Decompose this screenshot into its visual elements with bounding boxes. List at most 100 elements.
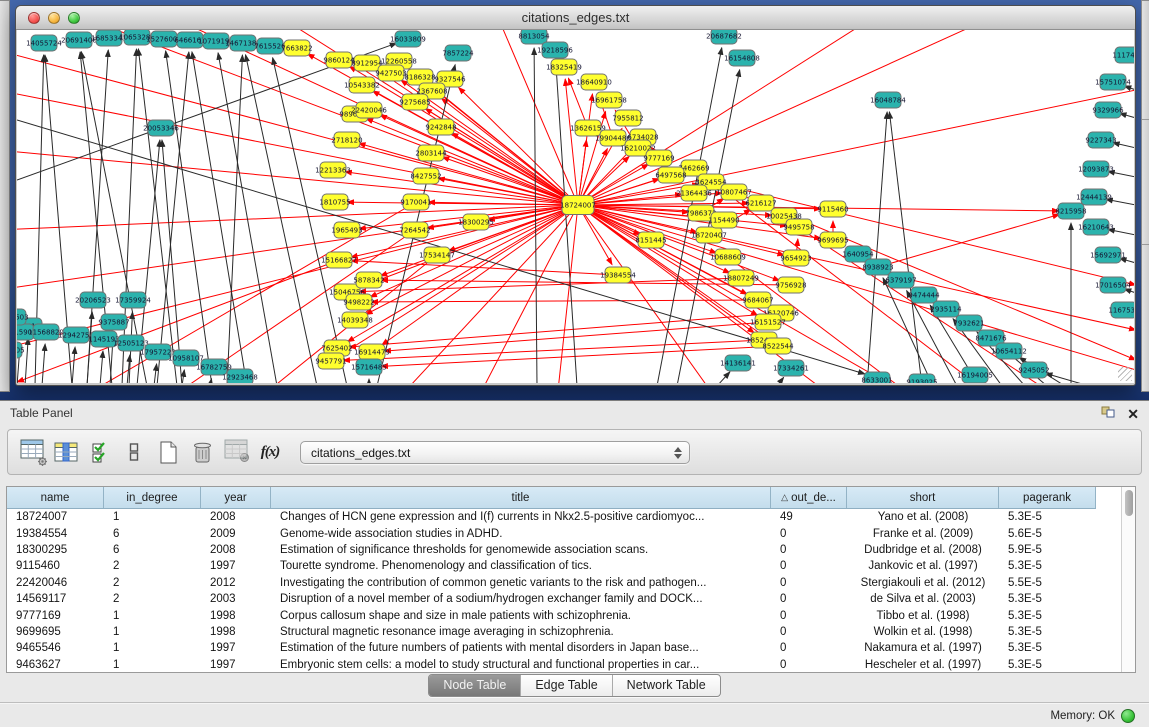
graph-node-label: 1117430 — [1112, 51, 1134, 59]
network-view-window[interactable]: citations_edges.txt 18724007140557242069… — [15, 5, 1136, 386]
table-selector-dropdown[interactable]: citations_edges.txt — [300, 441, 690, 464]
graph-node-label: 16961758 — [591, 96, 627, 104]
table-settings-icon[interactable] — [18, 437, 46, 467]
graph-node-label: 8912954 — [351, 59, 383, 67]
graph-edge — [100, 351, 103, 383]
table-row[interactable]: 911546021997Tourette syndrome. Phenomeno… — [7, 558, 1135, 574]
graph-node-label: 13626159 — [570, 124, 606, 132]
tab-edge-table[interactable]: Edge Table — [521, 675, 612, 696]
graph-node-label: 14136141 — [720, 359, 756, 367]
column-header-year[interactable]: year — [201, 487, 271, 508]
graph-node-label: 7625402 — [321, 344, 352, 352]
graph-node-label: 9860124 — [323, 56, 355, 64]
graph-node-label: 7857224 — [442, 49, 474, 57]
table-row[interactable]: 2242004622012Investigating the contribut… — [7, 575, 1135, 591]
graph-node-label: 14055724 — [26, 39, 62, 47]
graph-node-label: 7955812 — [612, 114, 643, 122]
table-cell: 2003 — [201, 593, 271, 605]
table-row[interactable]: 969969511998Structural magnetic resonanc… — [7, 624, 1135, 640]
column-header-out_de[interactable]: △out_de... — [771, 487, 847, 508]
graph-edge — [578, 203, 749, 205]
memory-status-label: Memory: OK — [1050, 710, 1115, 722]
window-title: citations_edges.txt — [16, 10, 1135, 25]
graph-node-label: 9457791 — [315, 357, 346, 365]
graph-node-label: 9275685 — [399, 98, 430, 106]
graph-edge — [42, 344, 45, 383]
graph-node-label: 12444139 — [1076, 193, 1112, 201]
column-header-pagerank[interactable]: pagerank — [999, 487, 1096, 508]
column-header-title[interactable]: title — [271, 487, 771, 508]
column-header-in_degree[interactable]: in_degree — [104, 487, 201, 508]
table-cell: 19384554 — [7, 528, 104, 540]
graph-node-label: 17016504 — [1095, 281, 1131, 289]
graph-node-label: 17534147 — [419, 251, 455, 259]
graph-node-label: 8215958 — [1055, 207, 1086, 215]
table-row[interactable]: 1872400712008Changes of HCN gene express… — [7, 509, 1135, 525]
graph-node-label: 14039348 — [337, 316, 373, 324]
column-header-short[interactable]: short — [847, 487, 999, 508]
float-panel-icon[interactable] — [1101, 405, 1115, 423]
right-panel-edge — [1141, 0, 1149, 392]
graph-node-label: 18807249 — [723, 274, 759, 282]
table-row[interactable]: 1456911722003Disruption of a novel membe… — [7, 591, 1135, 607]
graph-edge — [451, 133, 578, 205]
graph-node-label: 9227343 — [1085, 136, 1116, 144]
tab-network-table[interactable]: Network Table — [613, 675, 720, 696]
graph-node-label: 9193025 — [906, 378, 937, 383]
graph-node-label: 1965493 — [331, 226, 362, 234]
column-header-label: year — [224, 492, 246, 504]
resize-grip[interactable] — [1118, 367, 1132, 381]
table-row[interactable]: 977716911998Corpus callosum shape and si… — [7, 607, 1135, 623]
table-row[interactable]: 1830029562008Estimation of significance … — [7, 542, 1135, 558]
table-cell: 1 — [104, 511, 201, 523]
graph-node-label: 16194005 — [957, 371, 993, 379]
window-titlebar[interactable]: citations_edges.txt — [16, 6, 1135, 30]
table-cell: 5.9E-5 — [999, 544, 1096, 556]
table-cell: 1998 — [201, 610, 271, 622]
graph-node-label: 9329966 — [1092, 106, 1124, 114]
import-table-icon-disabled[interactable] — [222, 437, 250, 467]
row-height-icon[interactable] — [120, 437, 148, 467]
table-cell: Stergiakouli et al. (2012) — [847, 577, 999, 589]
table-row[interactable]: 946362711997Embryonic stem cells: a mode… — [7, 657, 1135, 673]
table-row[interactable]: 1938455462009Genome-wide association stu… — [7, 525, 1135, 541]
table-cell: 2009 — [201, 528, 271, 540]
table-cell: 1 — [104, 626, 201, 638]
close-panel-icon[interactable]: ✕ — [1127, 407, 1139, 421]
scrollbar-thumb[interactable] — [1125, 490, 1133, 516]
column-header-label: short — [910, 492, 936, 504]
node-attribute-table: namein_degree year title△out_de... short pag… — [6, 486, 1136, 673]
table-selector-value: citations_edges.txt — [311, 446, 410, 460]
graph-node-label: 1167534 — [1108, 306, 1134, 314]
graph-node-label: 16782759 — [196, 363, 232, 371]
column-header-label: out_de... — [791, 492, 836, 504]
table-cell: 5.6E-5 — [999, 528, 1096, 540]
graph-node-label: 9474444 — [908, 291, 940, 299]
graph-edge — [273, 58, 347, 383]
table-cell: 0 — [771, 544, 847, 556]
table-row[interactable]: 946554611997Estimation of the future num… — [7, 640, 1135, 656]
function-builder-icon[interactable]: f(x) — [256, 437, 284, 467]
graph-node-label: 9654923 — [780, 254, 811, 262]
graph-node-label: 15716485 — [351, 363, 387, 371]
graph-node-label: 22420046 — [351, 106, 387, 114]
table-cell: 1 — [104, 610, 201, 622]
graph-node-label: 12505123 — [113, 339, 149, 347]
table-cell: 9465546 — [7, 642, 104, 654]
network-canvas[interactable]: 1872400714055724206914061685334110653287… — [17, 30, 1134, 383]
graph-edge — [578, 90, 1134, 205]
column-select-icon[interactable] — [52, 437, 80, 467]
graph-node-label: 2803144 — [415, 149, 447, 157]
delete-table-icon[interactable] — [188, 437, 216, 467]
graph-node-label: 1640954 — [842, 250, 874, 258]
tab-node-table[interactable]: Node Table — [429, 675, 521, 696]
table-cell: 9463627 — [7, 659, 104, 671]
graph-edge — [227, 55, 242, 383]
new-table-icon[interactable] — [154, 437, 182, 467]
select-rows-check-icon[interactable] — [86, 437, 114, 467]
table-cell: 5.3E-5 — [999, 593, 1096, 605]
graph-node-label: 2935114 — [930, 305, 962, 313]
graph-node-label: 8522544 — [762, 342, 794, 350]
vertical-scrollbar[interactable] — [1121, 487, 1135, 672]
column-header-name[interactable]: name — [7, 487, 104, 508]
